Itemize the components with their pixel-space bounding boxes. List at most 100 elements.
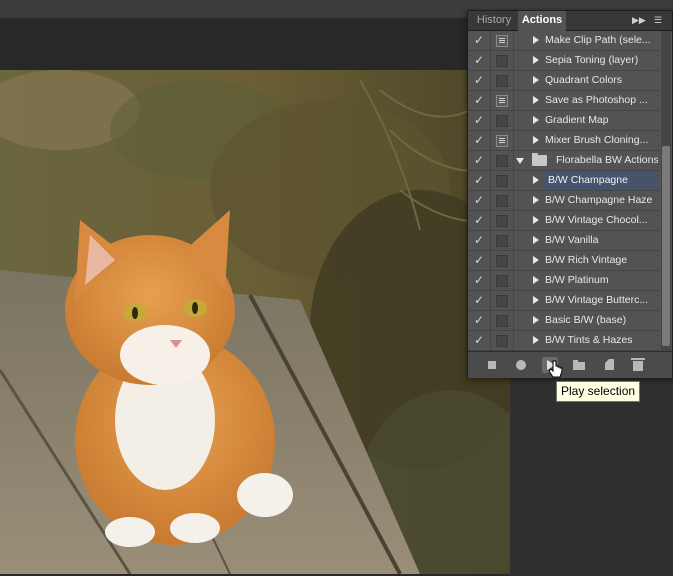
action-label: B/W Champagne <box>544 171 658 190</box>
create-new-set-icon[interactable] <box>571 357 587 373</box>
create-new-action-icon[interactable] <box>602 357 618 373</box>
toggle-dialog-icon[interactable] <box>491 211 514 230</box>
scrollbar[interactable] <box>661 31 671 351</box>
action-row[interactable]: ✓ Mixer Brush Cloning... <box>468 131 660 151</box>
toggle-item-icon[interactable]: ✓ <box>468 51 491 70</box>
expand-right-icon[interactable] <box>533 236 539 244</box>
expand-right-icon[interactable] <box>533 116 539 124</box>
expand-right-icon[interactable] <box>533 96 539 104</box>
toggle-dialog-icon[interactable] <box>491 331 514 350</box>
action-label: Gradient Map <box>545 114 609 126</box>
toggle-item-icon[interactable]: ✓ <box>468 331 491 350</box>
begin-recording-icon[interactable] <box>513 357 529 373</box>
actions-list: ✓ Make Clip Path (sele... ✓ Sepia Toning (l… <box>468 31 660 351</box>
action-label: Sepia Toning (layer) <box>545 54 639 66</box>
expand-right-icon[interactable] <box>533 176 539 184</box>
expand-down-icon[interactable] <box>516 158 524 164</box>
action-row[interactable]: ✓ B/W Tints & Hazes <box>468 331 660 351</box>
toggle-dialog-icon[interactable] <box>491 131 514 150</box>
collapse-icon[interactable]: ▶▶ <box>632 11 646 30</box>
action-row[interactable]: ✓ B/W Champagne Haze <box>468 191 660 211</box>
action-label: B/W Vanilla <box>545 234 599 246</box>
action-row[interactable]: ✓ Sepia Toning (layer) <box>468 51 660 71</box>
toggle-dialog-icon[interactable] <box>491 231 514 250</box>
tooltip: Play selection <box>556 381 641 402</box>
action-row[interactable]: ✓ B/W Platinum <box>468 271 660 291</box>
toggle-dialog-icon[interactable] <box>491 51 514 70</box>
action-label: B/W Rich Vintage <box>545 254 628 266</box>
hand-cursor-icon <box>548 360 563 378</box>
toggle-item-icon[interactable]: ✓ <box>468 111 491 130</box>
toggle-item-icon[interactable]: ✓ <box>468 291 491 310</box>
action-label: Mixer Brush Cloning... <box>545 134 649 146</box>
action-label: Quadrant Colors <box>545 74 623 86</box>
action-label: B/W Vintage Chocol... <box>545 214 648 226</box>
toggle-item-icon[interactable]: ✓ <box>468 191 491 210</box>
expand-right-icon[interactable] <box>533 336 539 344</box>
expand-right-icon[interactable] <box>533 196 539 204</box>
action-label: Make Clip Path (sele... <box>545 34 651 46</box>
action-label: B/W Tints & Hazes <box>545 334 633 346</box>
toggle-item-icon[interactable]: ✓ <box>468 151 491 170</box>
action-label: B/W Vintage Butterc... <box>545 294 649 306</box>
expand-right-icon[interactable] <box>533 316 539 324</box>
action-row[interactable]: ✓ B/W Vanilla <box>468 231 660 251</box>
action-row[interactable]: ✓ Quadrant Colors <box>468 71 660 91</box>
action-row[interactable]: ✓ B/W Vintage Chocol... <box>468 211 660 231</box>
action-label: B/W Platinum <box>545 274 609 286</box>
toggle-item-icon[interactable]: ✓ <box>468 211 491 230</box>
action-row[interactable]: ✓ B/W Vintage Butterc... <box>468 291 660 311</box>
action-label: Save as Photoshop ... <box>545 94 648 106</box>
expand-right-icon[interactable] <box>533 296 539 304</box>
toggle-dialog-icon[interactable] <box>491 71 514 90</box>
toggle-item-icon[interactable]: ✓ <box>468 171 491 190</box>
action-set-row[interactable]: ✓ Florabella BW Actions <box>468 151 660 171</box>
toggle-dialog-icon[interactable] <box>491 91 514 110</box>
toggle-item-icon[interactable]: ✓ <box>468 131 491 150</box>
expand-right-icon[interactable] <box>533 216 539 224</box>
action-row[interactable]: ✓ Basic B/W (base) <box>468 311 660 331</box>
actions-toolbar <box>468 351 672 378</box>
toggle-dialog-icon[interactable] <box>491 171 514 190</box>
tab-history[interactable]: History <box>470 11 518 30</box>
action-row[interactable]: ✓ B/W Champagne <box>468 171 660 191</box>
toggle-item-icon[interactable]: ✓ <box>468 231 491 250</box>
expand-right-icon[interactable] <box>533 76 539 84</box>
toggle-item-icon[interactable]: ✓ <box>468 91 491 110</box>
toggle-dialog-icon[interactable] <box>491 151 514 170</box>
action-row[interactable]: ✓ B/W Rich Vintage <box>468 251 660 271</box>
expand-right-icon[interactable] <box>533 276 539 284</box>
expand-right-icon[interactable] <box>533 56 539 64</box>
panel-menu-icon[interactable]: ☰ <box>654 11 662 30</box>
expand-right-icon[interactable] <box>533 136 539 144</box>
scrollbar-thumb[interactable] <box>662 146 670 346</box>
toggle-dialog-icon[interactable] <box>491 31 514 50</box>
toggle-item-icon[interactable]: ✓ <box>468 71 491 90</box>
panel-tab-bar: History Actions ▶▶ ☰ <box>468 11 672 31</box>
toggle-dialog-icon[interactable] <box>491 111 514 130</box>
toggle-dialog-icon[interactable] <box>491 311 514 330</box>
action-row[interactable]: ✓ Gradient Map <box>468 111 660 131</box>
toggle-item-icon[interactable]: ✓ <box>468 311 491 330</box>
action-row[interactable]: ✓ Make Clip Path (sele... <box>468 31 660 51</box>
cat-photo <box>0 70 510 574</box>
toggle-dialog-icon[interactable] <box>491 251 514 270</box>
action-set-label: Florabella BW Actions <box>556 154 658 166</box>
document-canvas[interactable] <box>0 70 510 574</box>
expand-right-icon[interactable] <box>533 256 539 264</box>
toggle-item-icon[interactable]: ✓ <box>468 31 491 50</box>
action-label: Basic B/W (base) <box>545 314 627 326</box>
action-label: B/W Champagne Haze <box>545 194 653 206</box>
delete-icon[interactable] <box>630 357 646 373</box>
toggle-dialog-icon[interactable] <box>491 191 514 210</box>
actions-panel: History Actions ▶▶ ☰ ✓ Make Clip Path (se… <box>467 10 673 378</box>
toggle-dialog-icon[interactable] <box>491 271 514 290</box>
toggle-item-icon[interactable]: ✓ <box>468 271 491 290</box>
stop-playing-icon[interactable] <box>484 357 500 373</box>
toggle-dialog-icon[interactable] <box>491 291 514 310</box>
expand-right-icon[interactable] <box>533 36 539 44</box>
folder-icon <box>532 153 547 166</box>
toggle-item-icon[interactable]: ✓ <box>468 251 491 270</box>
action-row[interactable]: ✓ Save as Photoshop ... <box>468 91 660 111</box>
tab-actions[interactable]: Actions <box>518 11 566 31</box>
